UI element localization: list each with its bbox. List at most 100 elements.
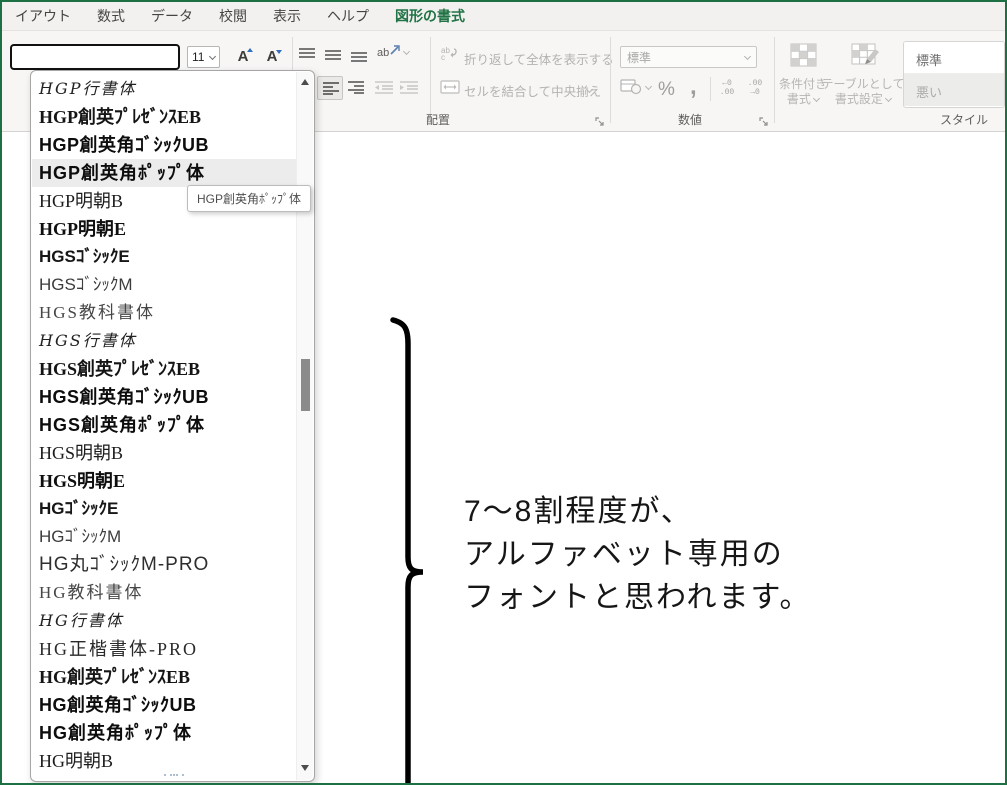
font-list-item[interactable]: HG創英角ｺﾞｼｯｸUB xyxy=(32,691,296,719)
align-top-button[interactable] xyxy=(298,47,316,66)
increase-indent-button[interactable] xyxy=(399,80,419,99)
orientation-button[interactable]: ab xyxy=(377,44,411,59)
ribbon-tab[interactable]: 校閲 xyxy=(206,2,260,31)
font-list-item[interactable]: HGSｺﾞｼｯｸE xyxy=(32,243,296,271)
decrease-indent-icon xyxy=(375,80,394,94)
font-list-item[interactable]: HGｺﾞｼｯｸE xyxy=(32,495,296,523)
chevron-down-icon xyxy=(208,52,217,60)
excel-window: イアウト 数式 データ 校閲 表示 ヘルプ 図形の書式 11 A A ab ab… xyxy=(0,0,1007,785)
chevron-down-icon xyxy=(644,82,653,91)
font-list-item[interactable]: HGS明朝B xyxy=(32,439,296,467)
font-list-item[interactable]: HG行書体 xyxy=(32,607,296,635)
number-format-select[interactable]: 標準 xyxy=(620,46,757,68)
ribbon-tab[interactable]: 表示 xyxy=(260,2,314,31)
number-dialog-launcher[interactable] xyxy=(759,114,769,124)
scrollbar-thumb[interactable] xyxy=(301,359,310,411)
font-list-item[interactable]: HG創英角ﾎﾟｯﾌﾟ体 xyxy=(32,719,296,747)
cell-style-gallery: 標準 悪い xyxy=(903,41,1005,108)
format-as-table-label[interactable]: テーブルとして 書式設定 xyxy=(820,77,906,107)
conditional-formatting-icon xyxy=(790,43,817,67)
font-list-item[interactable]: HGP創英角ｺﾞｼｯｸUB xyxy=(32,131,296,159)
chevron-down-icon xyxy=(885,94,893,103)
percent-style-button[interactable]: % xyxy=(658,79,675,101)
merge-center-button[interactable] xyxy=(440,79,460,100)
chevron-down-icon xyxy=(743,52,752,60)
cell-style-option[interactable]: 標準 xyxy=(904,42,1004,74)
wrap-text-label[interactable]: 折り返して全体を表示する xyxy=(464,49,614,68)
group-separator xyxy=(774,37,775,123)
cell-style-option[interactable]: 悪い xyxy=(904,74,1004,106)
alignment-group-label: 配置 xyxy=(426,113,451,127)
align-right-icon xyxy=(347,80,365,94)
align-left-button-selected[interactable] xyxy=(317,76,343,100)
font-list-item[interactable]: HGP行書体 xyxy=(32,75,296,103)
font-list-item[interactable]: HGS明朝E xyxy=(32,467,296,495)
comma-style-button[interactable]: , xyxy=(690,73,697,101)
wrap-text-button[interactable]: ab c xyxy=(440,45,460,66)
caret-up-icon xyxy=(247,48,253,52)
annotation-text: 7～8割程度が、 アルファベット専用の フォントと思われます。 xyxy=(464,490,812,619)
font-list-item[interactable]: HGS創英ﾌﾟﾚｾﾞﾝｽEB xyxy=(32,355,296,383)
font-list-item[interactable]: HG明朝B xyxy=(32,747,296,775)
increase-indent-icon xyxy=(400,80,419,94)
ribbon-tab[interactable]: データ xyxy=(138,2,206,31)
merge-center-icon xyxy=(440,79,460,95)
align-right-button[interactable] xyxy=(347,80,365,99)
ribbon-tab[interactable]: 数式 xyxy=(84,2,138,31)
alignment-dialog-launcher[interactable] xyxy=(595,114,605,124)
font-name-input[interactable] xyxy=(10,44,180,70)
align-middle-icon xyxy=(324,48,342,62)
font-list-item[interactable]: HGP明朝E xyxy=(32,215,296,243)
scroll-down-icon[interactable] xyxy=(301,765,309,771)
ribbon-tab[interactable]: ヘルプ xyxy=(314,2,382,31)
orientation-arrow-icon xyxy=(389,44,401,56)
font-dropdown-panel: HGP行書体 HGP創英ﾌﾟﾚｾﾞﾝｽEB HGP創英角ｺﾞｼｯｸUB HGP創英角ﾎ… xyxy=(30,70,315,782)
ribbon-tab[interactable]: イアウト xyxy=(2,2,84,31)
annotation-line: フォントと思われます。 xyxy=(464,581,812,614)
conditional-formatting-button[interactable] xyxy=(790,43,817,72)
increase-decimal-button[interactable]: ←0 .00 xyxy=(716,79,738,97)
align-left-icon xyxy=(322,81,340,95)
curly-brace-shape xyxy=(382,314,430,785)
accounting-format-icon xyxy=(620,77,642,95)
font-list-scrollbar[interactable] xyxy=(296,72,313,780)
format-as-table-button[interactable] xyxy=(851,43,881,72)
align-top-icon xyxy=(298,47,316,61)
align-bottom-icon xyxy=(350,49,368,63)
font-tooltip: HGP創英角ﾎﾟｯﾌﾟ体 xyxy=(187,185,312,212)
increase-font-size-button[interactable]: A xyxy=(229,46,257,68)
font-list-item[interactable]: HGP創英角ﾎﾟｯﾌﾟ体 xyxy=(32,159,296,187)
font-size-value: 11 xyxy=(192,50,205,64)
font-list-item[interactable]: HGSｺﾞｼｯｸM xyxy=(32,271,296,299)
styles-group-label: スタイル xyxy=(940,113,989,127)
scroll-up-icon[interactable] xyxy=(301,79,309,85)
accounting-format-button[interactable] xyxy=(620,77,653,100)
annotation-line: アルファベット専用の xyxy=(464,538,784,571)
decrease-decimal-button[interactable]: .00 →0 xyxy=(744,79,766,97)
font-list-item[interactable]: HGP創英ﾌﾟﾚｾﾞﾝｽEB xyxy=(32,103,296,131)
font-list-item[interactable]: HG丸ｺﾞｼｯｸM-PRO xyxy=(32,551,296,579)
annotation-line: 7～8割程度が、 xyxy=(464,495,693,528)
decrease-font-size-button[interactable]: A xyxy=(258,46,286,68)
font-list-item[interactable]: HGS創英角ｺﾞｼｯｸUB xyxy=(32,383,296,411)
font-size-select[interactable]: 11 xyxy=(187,46,220,68)
font-list-item[interactable]: HGS創英角ﾎﾟｯﾌﾟ体 xyxy=(32,411,296,439)
align-middle-button[interactable] xyxy=(324,48,342,67)
font-list-item[interactable]: HG教科書体 xyxy=(32,579,296,607)
format-as-table-icon xyxy=(851,43,879,67)
small-separator xyxy=(710,77,711,101)
dropdown-resize-handle[interactable] xyxy=(172,774,175,776)
font-list-item[interactable]: HGS教科書体 xyxy=(32,299,296,327)
font-list-item[interactable]: HG創英ﾌﾟﾚｾﾞﾝｽEB xyxy=(32,663,296,691)
svg-text:c: c xyxy=(441,53,445,61)
font-list-item[interactable]: HGｺﾞｼｯｸM xyxy=(32,523,296,551)
ribbon-tab[interactable]: 図形の書式 xyxy=(382,2,478,31)
decrease-indent-button[interactable] xyxy=(374,80,394,99)
number-group-label: 数値 xyxy=(678,113,703,127)
merge-center-label[interactable]: セルを結合して中央揃え xyxy=(464,81,601,100)
font-list-item[interactable]: HG正楷書体-PRO xyxy=(32,635,296,663)
font-list-item[interactable]: HGS行書体 xyxy=(32,327,296,355)
ribbon-tab-bar: イアウト 数式 データ 校閲 表示 ヘルプ 図形の書式 xyxy=(2,2,1005,31)
align-bottom-button[interactable] xyxy=(350,49,368,68)
caret-down-icon xyxy=(276,50,282,54)
